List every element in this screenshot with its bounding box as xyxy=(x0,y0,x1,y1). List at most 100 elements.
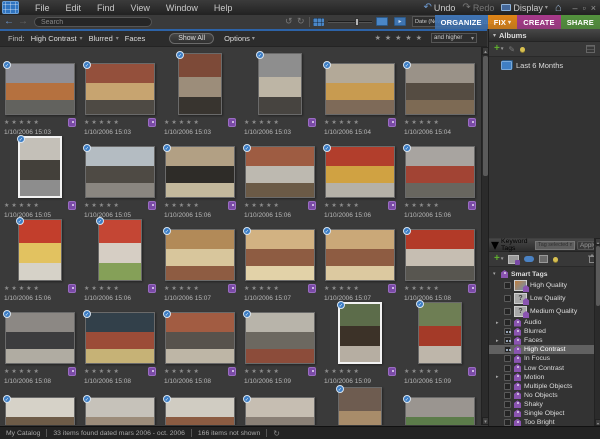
tag-checkbox[interactable] xyxy=(504,365,511,372)
photo-thumbnail[interactable]: ✓ xyxy=(325,146,395,198)
smart-tag-no-objects[interactable]: No Objects xyxy=(489,391,600,400)
photo-thumbnail[interactable]: ✓ xyxy=(245,397,315,425)
keyword-tags-panel-header[interactable]: ▾ Keyword Tags Apply xyxy=(489,238,600,252)
photo-thumbnail[interactable]: ✓ xyxy=(85,397,155,425)
image-tag-icon[interactable] xyxy=(508,255,519,264)
large-thumbnails-icon[interactable] xyxy=(376,17,388,26)
photo-thumbnail-cell[interactable]: ✓ ★★★★★ 1/10/2006 15:06 xyxy=(240,136,320,219)
photo-thumbnail[interactable]: ✓ xyxy=(5,397,75,425)
photo-thumbnail-cell[interactable]: ✓ ★★★★★ xyxy=(80,385,160,425)
star-rating[interactable]: ★★★★★ xyxy=(244,202,281,209)
tag-cloud-icon[interactable] xyxy=(524,256,534,262)
photo-thumbnail[interactable]: ✓ xyxy=(405,146,475,198)
chevron-down-icon[interactable]: ▾ xyxy=(508,19,511,26)
photo-thumbnail-cell[interactable]: ✓ ★★★★★ 1/10/2006 15:04 xyxy=(400,53,480,136)
smart-tag-audio[interactable]: ▸ Audio xyxy=(489,318,600,327)
star-rating[interactable]: ★★★★★ xyxy=(4,368,41,375)
photo-thumbnail-cell[interactable]: ✓ ★★★★★ 1/10/2006 15:03 xyxy=(240,53,320,136)
rotate-right-icon[interactable]: ↻ xyxy=(297,16,305,27)
star-rating[interactable]: ★★★★★ xyxy=(84,202,121,209)
collapse-icon[interactable]: ▾ xyxy=(491,235,499,255)
photo-thumbnail-cell[interactable]: ✓ ★★★★★ 1/10/2006 15:06 xyxy=(320,136,400,219)
expand-icon[interactable]: ▾ xyxy=(493,271,498,277)
photo-thumbnail[interactable]: ✓ xyxy=(405,397,475,425)
smart-tag-single-object[interactable]: Single Object xyxy=(489,409,600,418)
tag-checkbox[interactable] xyxy=(504,383,511,390)
photo-thumbnail-cell[interactable]: ✓ ★★★★★ 1/10/2006 15:03 xyxy=(80,53,160,136)
smart-tag-motion[interactable]: ▸ Motion xyxy=(489,373,600,382)
chevron-down-icon[interactable]: ▾ xyxy=(116,35,119,42)
photo-thumbnail[interactable]: ✓ xyxy=(178,53,222,115)
photo-thumbnail-cell[interactable]: ✓ ★★★★★ xyxy=(240,385,320,425)
smart-tag-high-quality[interactable]: High Quality xyxy=(489,279,600,292)
tag-checkbox[interactable] xyxy=(504,401,511,408)
rotate-left-icon[interactable]: ↺ xyxy=(285,16,293,27)
photo-thumbnail-cell[interactable]: ✓ ★★★★★ 1/10/2006 15:09 xyxy=(400,302,480,385)
options-button[interactable]: Options ▾ xyxy=(224,34,255,43)
rating-filter-stars[interactable]: ★★★★★ xyxy=(375,34,426,42)
menu-item-view[interactable]: View xyxy=(123,2,158,14)
photo-thumbnail[interactable]: ✓ xyxy=(418,302,462,364)
photo-thumbnail-cell[interactable]: ✓ ★★★★★ 1/10/2006 15:06 xyxy=(400,136,480,219)
expand-icon[interactable]: ▸ xyxy=(496,320,501,326)
tag-checkbox[interactable] xyxy=(504,374,511,381)
photo-thumbnail[interactable]: ✓ xyxy=(18,136,62,198)
tag-checkbox[interactable] xyxy=(504,392,511,399)
star-rating[interactable]: ★★★★★ xyxy=(244,368,281,375)
star-rating[interactable]: ★★★★★ xyxy=(404,119,441,126)
star-rating[interactable]: ★★★★★ xyxy=(404,285,441,292)
collapse-icon[interactable]: ▾ xyxy=(493,32,496,39)
photo-thumbnail-cell[interactable]: ✓ ★★★★★ 1/10/2006 15:08 xyxy=(400,219,480,302)
undo-button[interactable]: ↶ Undo xyxy=(424,2,456,13)
photo-thumbnail[interactable]: ✓ xyxy=(338,302,382,364)
menu-item-window[interactable]: Window xyxy=(158,2,206,14)
smart-tag-faces[interactable]: ▸ Faces xyxy=(489,336,600,345)
photo-thumbnail-cell[interactable]: ✓ ★★★★★ 1/10/2006 15:07 xyxy=(320,219,400,302)
expand-icon[interactable]: ▸ xyxy=(496,338,501,344)
small-thumbnails-icon[interactable] xyxy=(313,18,324,26)
photo-thumbnail[interactable]: ✓ xyxy=(405,229,475,281)
star-rating[interactable]: ★★★★★ xyxy=(164,202,201,209)
star-rating[interactable]: ★★★★★ xyxy=(324,285,361,292)
tag-checkbox[interactable] xyxy=(504,337,511,344)
photo-thumbnail[interactable]: ✓ xyxy=(165,229,235,281)
star-rating[interactable]: ★★★★★ xyxy=(4,202,41,209)
star-rating[interactable]: ★★★★★ xyxy=(164,119,201,126)
home-icon[interactable]: ⌂ xyxy=(555,2,562,14)
photo-thumbnail-cell[interactable]: ✓ ★★★★★ 1/10/2006 15:06 xyxy=(80,219,160,302)
photo-thumbnail[interactable]: ✓ xyxy=(325,229,395,281)
photo-thumbnail[interactable]: ✓ xyxy=(405,63,475,115)
scrollbar-thumb[interactable] xyxy=(596,246,600,306)
photo-thumbnail[interactable]: ✓ xyxy=(85,146,155,198)
restore-button[interactable]: ▫ xyxy=(583,3,586,13)
photo-thumbnail[interactable]: ✓ xyxy=(245,146,315,198)
lightbulb-icon[interactable] xyxy=(553,257,558,262)
menu-item-help[interactable]: Help xyxy=(206,2,241,14)
menu-item-edit[interactable]: Edit xyxy=(58,2,90,14)
album-item[interactable]: Last 6 Months xyxy=(489,57,600,70)
star-rating[interactable]: ★★★★★ xyxy=(404,202,441,209)
star-rating[interactable]: ★★★★★ xyxy=(244,285,281,292)
photo-thumbnail-cell[interactable]: ✓ ★★★★★ 1/10/2006 15:04 xyxy=(320,53,400,136)
forward-arrow-icon[interactable]: → xyxy=(18,16,28,27)
star-rating[interactable]: ★★★★★ xyxy=(164,285,201,292)
star-rating[interactable]: ★★★★★ xyxy=(84,119,121,126)
tab-share[interactable]: SHARE xyxy=(561,15,600,29)
photo-thumbnail-cell[interactable]: ✓ ★★★★★ 1/10/2006 15:05 xyxy=(80,136,160,219)
photo-thumbnail[interactable]: ✓ xyxy=(245,312,315,364)
photo-thumbnail-cell[interactable]: ✓ ★★★★★ xyxy=(400,385,480,425)
tag-checkbox[interactable] xyxy=(504,308,511,315)
lightbulb-icon[interactable] xyxy=(520,47,525,52)
photo-thumbnail-cell[interactable]: ✓ ★★★★★ 1/10/2006 15:06 xyxy=(160,136,240,219)
close-button[interactable]: × xyxy=(591,3,596,13)
star-rating[interactable]: ★★★★★ xyxy=(404,368,441,375)
keyword-tags-scrollbar[interactable]: ▴ ▾ xyxy=(594,238,600,426)
smart-tag-low-contrast[interactable]: Low Contrast xyxy=(489,363,600,372)
star-rating[interactable]: ★★★★★ xyxy=(164,368,201,375)
photo-thumbnail[interactable]: ✓ xyxy=(5,312,75,364)
photo-thumbnail[interactable]: ✓ xyxy=(98,219,142,281)
tag-checkbox[interactable] xyxy=(504,355,511,362)
menu-item-file[interactable]: File xyxy=(27,2,58,14)
photo-thumbnail-cell[interactable]: ✓ ★★★★★ 1/10/2006 15:07 xyxy=(240,219,320,302)
photo-thumbnail[interactable]: ✓ xyxy=(85,63,155,115)
